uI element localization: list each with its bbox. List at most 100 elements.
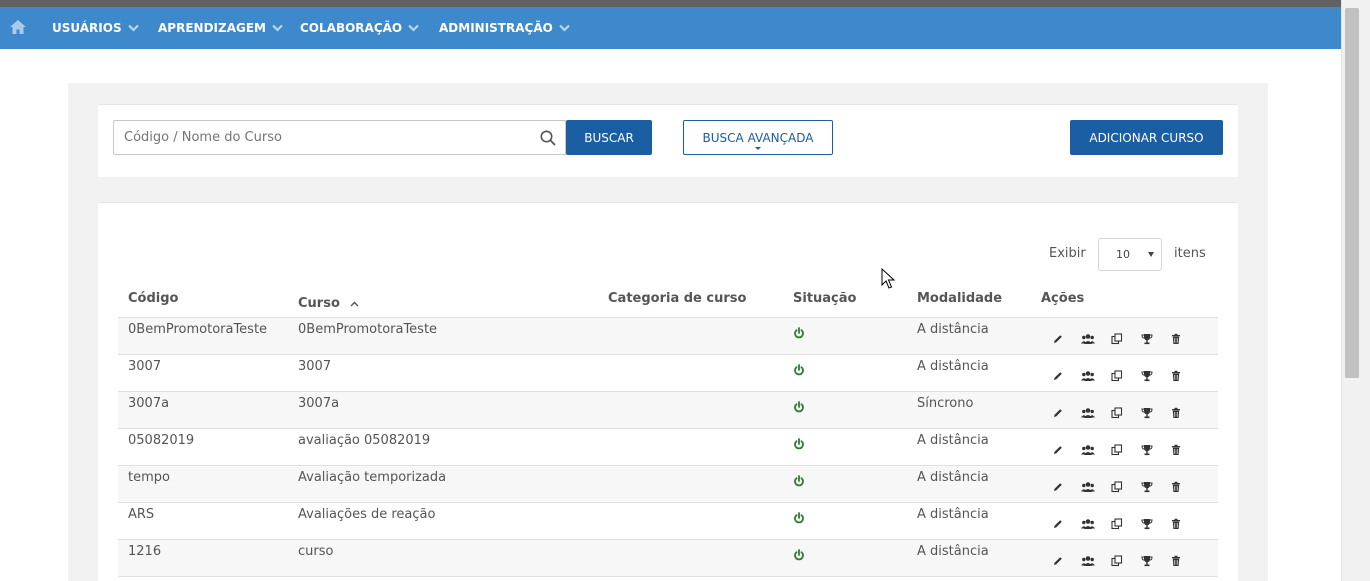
column-header-category[interactable]: Categoria de curso [608, 291, 746, 306]
users-icon[interactable] [1081, 515, 1095, 529]
users-icon[interactable] [1081, 478, 1095, 492]
trash-icon[interactable] [1170, 552, 1182, 566]
copy-icon[interactable] [1111, 330, 1123, 345]
nav-item-label: APRENDIZAGEM [158, 21, 266, 35]
cell-code: 05082019 [128, 433, 195, 448]
chevron-down-icon [559, 24, 570, 32]
column-header-course[interactable]: Curso [298, 296, 359, 311]
copy-icon[interactable] [1111, 441, 1123, 456]
nav-item-administracao[interactable]: ADMINISTRAÇÃO [439, 7, 570, 49]
cell-course[interactable]: Avaliação temporizada [298, 470, 446, 485]
pencil-icon[interactable] [1052, 330, 1064, 343]
cell-code: ARS [128, 507, 155, 522]
column-header-course-label: Curso [298, 296, 340, 311]
chevron-down-icon [408, 24, 419, 32]
cell-course[interactable]: curso [298, 544, 333, 559]
trophy-icon[interactable] [1141, 552, 1153, 567]
nav-item-usuarios[interactable]: USUÁRIOS [52, 7, 139, 49]
caret-down-icon [755, 147, 761, 150]
power-icon[interactable] [793, 546, 805, 561]
pencil-icon[interactable] [1052, 404, 1064, 417]
trash-icon[interactable] [1170, 515, 1182, 529]
cell-course[interactable]: Avaliações de reação [298, 507, 435, 522]
users-icon[interactable] [1081, 330, 1095, 344]
advanced-search-label: BUSCA AVANÇADA [702, 130, 814, 145]
nav-item-label: ADMINISTRAÇÃO [439, 21, 553, 35]
users-icon[interactable] [1081, 367, 1095, 381]
trophy-icon[interactable] [1141, 515, 1153, 530]
main-navbar: USUÁRIOS APRENDIZAGEM COLABORAÇÃO ADMINI… [0, 7, 1341, 49]
cell-course[interactable]: avaliação 05082019 [298, 433, 430, 448]
column-header-modality[interactable]: Modalidade [917, 291, 1002, 306]
course-search-input[interactable] [113, 120, 566, 155]
users-icon[interactable] [1081, 552, 1095, 566]
cell-course[interactable]: 3007 [298, 359, 331, 374]
pencil-icon[interactable] [1052, 478, 1064, 491]
scrollbar-thumb[interactable] [1345, 8, 1359, 378]
power-icon[interactable] [793, 324, 805, 339]
power-icon[interactable] [793, 361, 805, 376]
pencil-icon[interactable] [1052, 515, 1064, 528]
copy-icon[interactable] [1111, 515, 1123, 530]
power-icon[interactable] [793, 435, 805, 450]
power-icon[interactable] [793, 398, 805, 413]
trophy-icon[interactable] [1141, 330, 1153, 345]
trophy-icon[interactable] [1141, 441, 1153, 456]
nav-item-label: COLABORAÇÃO [300, 21, 403, 35]
copy-icon[interactable] [1111, 552, 1123, 567]
column-header-status[interactable]: Situação [793, 291, 856, 306]
cell-course[interactable]: 3007a [298, 396, 339, 411]
column-header-actions: Ações [1041, 291, 1085, 306]
nav-item-colaboracao[interactable]: COLABORAÇÃO [300, 7, 419, 49]
search-button[interactable]: BUSCAR [566, 120, 652, 155]
trash-icon[interactable] [1170, 441, 1182, 455]
cell-code: 3007 [128, 359, 162, 374]
cell-code: 0BemPromotoraTeste [128, 322, 268, 337]
cell-modality: A distância [917, 544, 989, 559]
copy-icon[interactable] [1111, 367, 1123, 382]
trash-icon[interactable] [1170, 404, 1182, 418]
cell-modality: Síncrono [917, 396, 974, 411]
nav-item-aprendizagem[interactable]: APRENDIZAGEM [158, 7, 283, 49]
copy-icon[interactable] [1111, 478, 1123, 493]
power-icon[interactable] [793, 509, 805, 524]
pencil-icon[interactable] [1052, 552, 1064, 565]
search-icon[interactable] [539, 129, 557, 147]
chevron-down-icon [127, 24, 139, 32]
page-size-label: Exibir [1049, 246, 1086, 261]
trophy-icon[interactable] [1141, 404, 1153, 419]
column-header-code[interactable]: Código [128, 291, 178, 306]
users-icon[interactable] [1081, 404, 1095, 418]
cell-code: 3007a [128, 396, 170, 411]
cell-modality: A distância [917, 433, 989, 448]
trash-icon[interactable] [1170, 367, 1182, 381]
users-icon[interactable] [1081, 441, 1095, 455]
window-top-border [0, 0, 1370, 7]
page-size-value: 10 [1116, 248, 1130, 261]
trophy-icon[interactable] [1141, 478, 1153, 493]
page-size-select[interactable]: 10 [1098, 238, 1162, 271]
trophy-icon[interactable] [1141, 367, 1153, 382]
pencil-icon[interactable] [1052, 441, 1064, 454]
add-course-button[interactable]: ADICIONAR CURSO [1070, 120, 1223, 155]
pencil-icon[interactable] [1052, 367, 1064, 380]
mouse-cursor-icon [881, 268, 895, 289]
dropdown-arrow-icon [1148, 252, 1154, 257]
cell-modality: A distância [917, 507, 989, 522]
trash-icon[interactable] [1170, 478, 1182, 492]
cell-modality: A distância [917, 322, 989, 337]
cell-course[interactable]: 0BemPromotoraTeste [298, 322, 437, 337]
sort-ascending-icon [350, 301, 359, 306]
copy-icon[interactable] [1111, 404, 1123, 419]
home-icon[interactable] [8, 17, 28, 37]
power-icon[interactable] [793, 472, 805, 487]
chevron-down-icon [272, 24, 283, 32]
nav-item-label: USUÁRIOS [52, 21, 122, 35]
cell-code: 1216 [128, 544, 162, 559]
trash-icon[interactable] [1170, 330, 1182, 344]
row-divider [118, 576, 1218, 577]
cell-code: tempo [128, 470, 170, 485]
items-label: itens [1174, 246, 1206, 261]
cell-modality: A distância [917, 359, 989, 374]
cell-modality: A distância [917, 470, 989, 485]
